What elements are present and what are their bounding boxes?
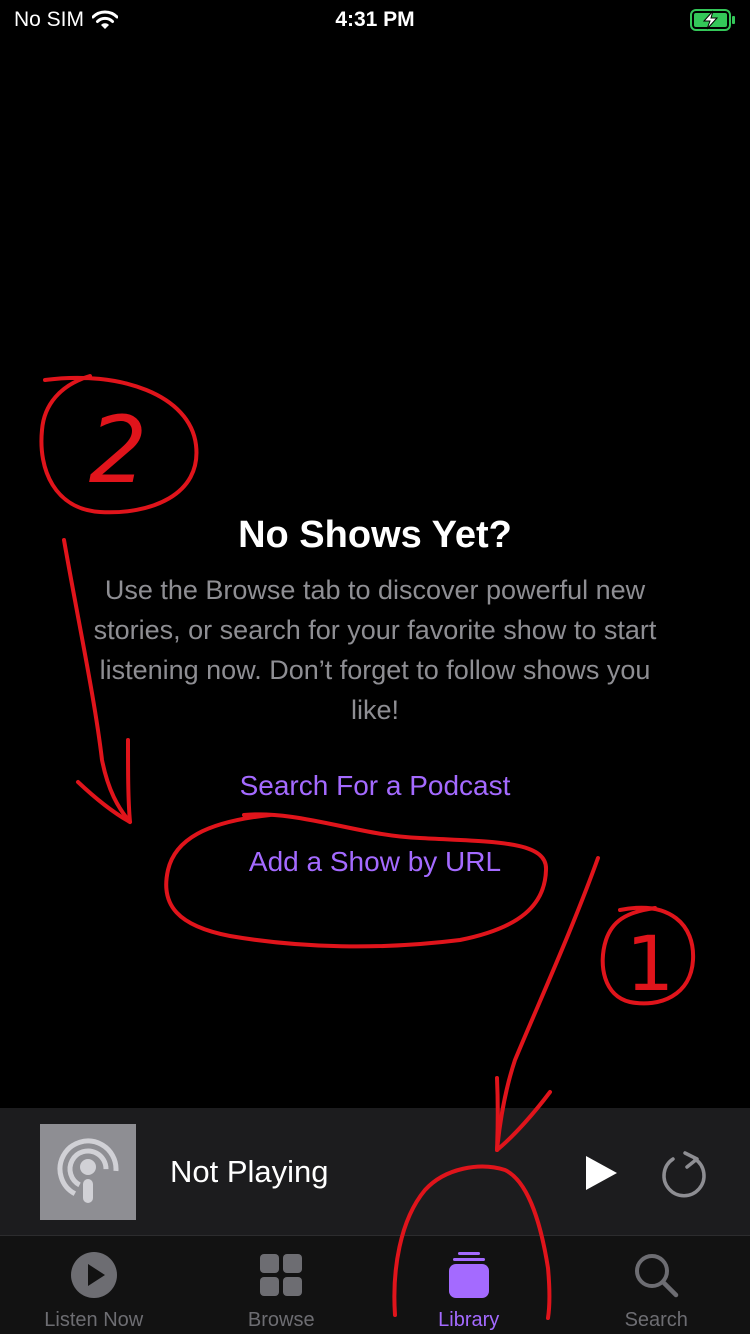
- empty-state-title: No Shows Yet?: [238, 514, 512, 556]
- annotation-marker-1: 1: [626, 919, 674, 1008]
- tab-label-search: Search: [624, 1309, 688, 1331]
- search-for-podcast-link[interactable]: Search For a Podcast: [0, 768, 750, 804]
- now-playing-title: Not Playing: [170, 1154, 329, 1189]
- tab-search[interactable]: Search: [563, 1236, 750, 1334]
- play-circle-icon: [70, 1252, 117, 1298]
- magnifier-icon: [635, 1254, 679, 1298]
- tab-browse[interactable]: Browse: [188, 1236, 376, 1334]
- annotation-circle-2: [39, 374, 199, 515]
- play-icon[interactable]: [580, 1153, 620, 1193]
- status-time: 4:31 PM: [335, 8, 415, 31]
- tab-label-browse: Browse: [247, 1309, 315, 1331]
- tab-label-listen-now: Listen Now: [44, 1309, 144, 1331]
- battery-charging-icon: [690, 9, 735, 31]
- add-show-by-url-link[interactable]: Add a Show by URL: [0, 844, 750, 880]
- status-bar: No SIM 4:31 PM: [0, 0, 750, 40]
- empty-state-description: Use the Browse tab to discover powerful …: [93, 575, 657, 725]
- annotation-marker-2: 2: [89, 397, 148, 504]
- empty-state: No Shows Yet? Use the Browse tab to disc…: [0, 512, 750, 880]
- skip-forward-icon[interactable]: [659, 1151, 709, 1201]
- tab-library[interactable]: Library: [375, 1236, 563, 1334]
- grid-icon: [260, 1254, 303, 1296]
- mini-player[interactable]: Not Playing: [0, 1108, 750, 1236]
- tab-listen-now[interactable]: Listen Now: [0, 1236, 188, 1334]
- podcast-artwork: [40, 1124, 136, 1220]
- tab-label-library: Library: [438, 1309, 500, 1331]
- library-stack-icon: [448, 1252, 489, 1298]
- annotation-arrow-1: [495, 856, 600, 1152]
- tab-bar: Listen Now Browse Library Search: [0, 1236, 750, 1334]
- annotation-circle-1: [600, 905, 696, 1006]
- podcasts-icon: [57, 1138, 119, 1203]
